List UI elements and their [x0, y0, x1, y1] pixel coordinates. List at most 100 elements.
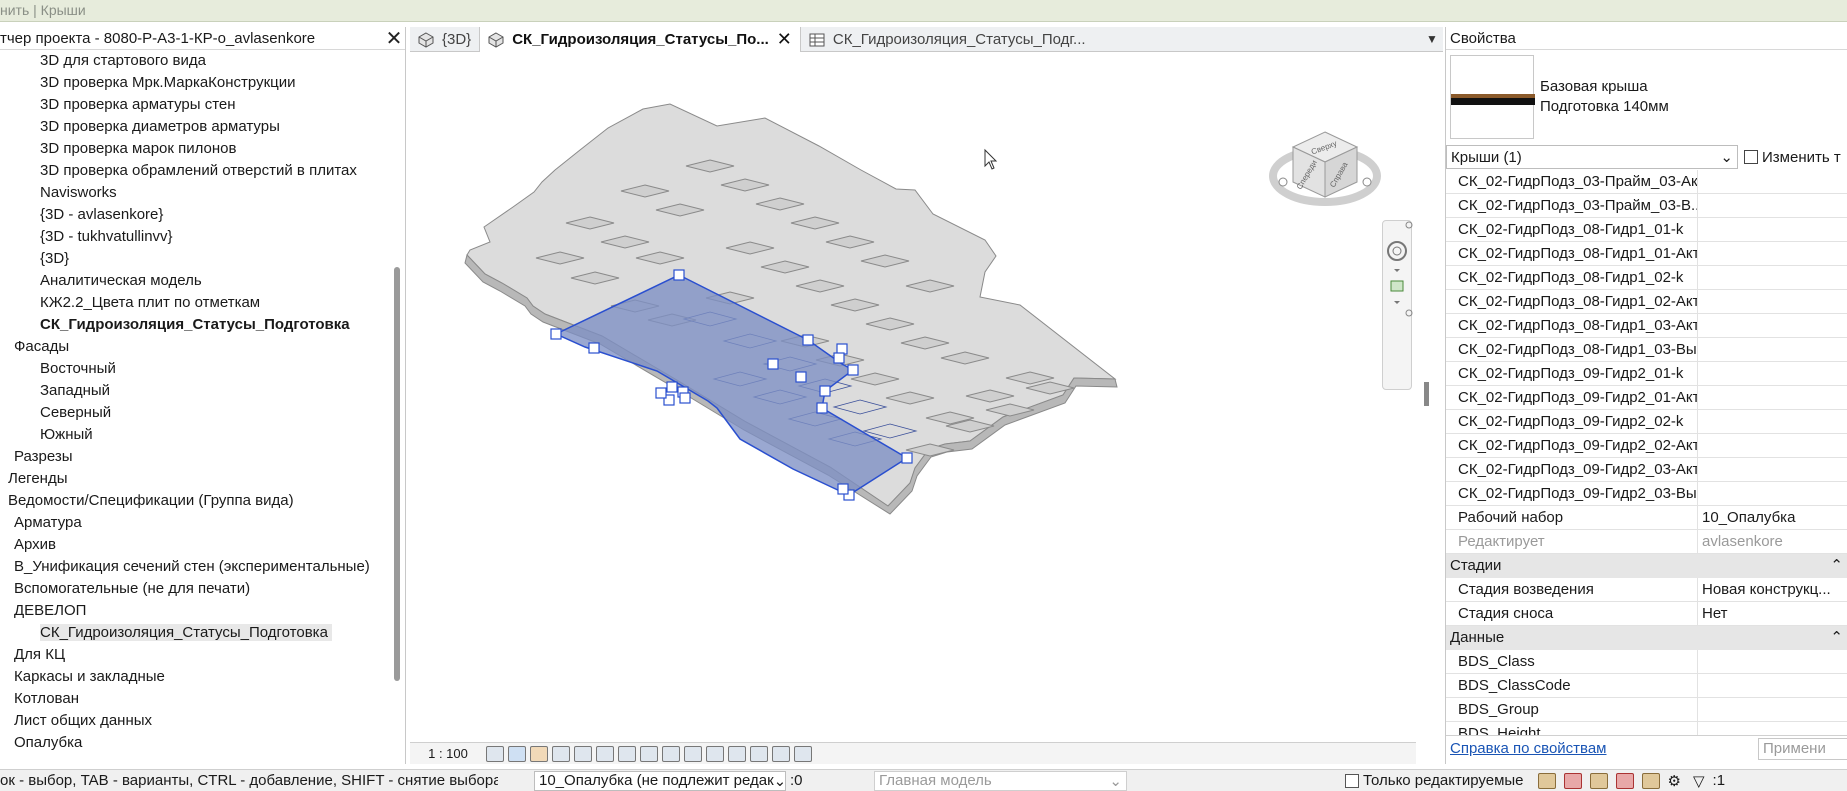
selection-grip[interactable] [666, 381, 678, 393]
property-row[interactable]: Рабочий набор 10_Опалубка [1446, 506, 1847, 530]
analytical-model-icon[interactable] [750, 745, 768, 762]
property-value[interactable] [1698, 170, 1847, 193]
tree-item[interactable]: Арматура [0, 512, 405, 534]
property-value[interactable] [1698, 386, 1847, 409]
selection-grip[interactable] [837, 483, 849, 495]
property-value[interactable] [1698, 290, 1847, 313]
detail-level-icon[interactable] [486, 745, 504, 762]
selection-grip[interactable] [767, 358, 779, 370]
tree-item[interactable]: Северный [0, 402, 405, 424]
property-value[interactable] [1698, 266, 1847, 289]
highlight-displacement-icon[interactable] [772, 745, 790, 762]
property-row[interactable]: Стадия возведения Новая конструкц... [1446, 578, 1847, 602]
selection-grip[interactable] [679, 392, 691, 404]
tree-item[interactable]: ДЕВЕЛОП [0, 600, 405, 622]
property-value[interactable]: avlasenkore [1698, 530, 1847, 553]
property-value[interactable] [1698, 362, 1847, 385]
property-row[interactable]: СК_02-ГидрПодз_09-Гидр2_03-Вы... [1446, 482, 1847, 506]
selection-grip[interactable] [550, 328, 562, 340]
property-value[interactable] [1698, 674, 1847, 697]
property-row[interactable]: BDS_Class [1446, 650, 1847, 674]
editable-only-toggle[interactable]: Только редактируемые [1345, 772, 1524, 789]
visual-style-icon[interactable] [508, 745, 526, 762]
temporary-hide-icon[interactable] [662, 745, 680, 762]
selection-grip[interactable] [588, 342, 600, 354]
background-process-icon[interactable]: ⚙ [1668, 772, 1681, 790]
property-row[interactable]: СК_02-ГидрПодз_08-Гидр1_02-k [1446, 266, 1847, 290]
tree-item[interactable]: Опалубка [0, 732, 405, 754]
property-row[interactable]: СК_02-ГидрПодз_09-Гидр2_03-Акт [1446, 458, 1847, 482]
property-value[interactable] [1698, 434, 1847, 457]
active-workset-dropdown[interactable]: 10_Опалубка (не подлежит редак ⌄ [534, 770, 786, 791]
group-header-stages[interactable]: Стадии ⌃ [1446, 554, 1847, 578]
property-row[interactable]: BDS_Group [1446, 698, 1847, 722]
property-value[interactable] [1698, 482, 1847, 505]
reveal-hidden-icon[interactable] [684, 745, 702, 762]
tree-item[interactable]: Разрезы [0, 446, 405, 468]
property-value[interactable]: Новая конструкц... [1698, 578, 1847, 601]
group-header-data[interactable]: Данные ⌃ [1446, 626, 1847, 650]
browser-scrollbar[interactable] [394, 267, 400, 681]
tree-item[interactable]: 3D проверка марок пилонов [0, 138, 405, 160]
drag-elements-icon[interactable] [1641, 772, 1660, 789]
apply-button[interactable]: Примени [1758, 737, 1847, 760]
property-value[interactable] [1698, 410, 1847, 433]
tree-item[interactable]: 3D для стартового вида [0, 50, 405, 72]
roof-slab[interactable] [464, 103, 1118, 515]
property-row[interactable]: BDS_ClassCode [1446, 674, 1847, 698]
property-value[interactable] [1698, 194, 1847, 217]
tree-item[interactable]: Navisworks [0, 182, 405, 204]
property-row[interactable]: СК_02-ГидрПодз_09-Гидр2_02-Акт [1446, 434, 1847, 458]
type-selector-preview[interactable]: Базовая крыша Подготовка 140мм [1446, 50, 1847, 144]
viewcube-menu-icon[interactable] [1362, 177, 1372, 187]
tree-item[interactable]: Южный [0, 424, 405, 446]
tree-item[interactable]: 3D проверка арматуры стен [0, 94, 405, 116]
selection-grip[interactable] [833, 352, 845, 364]
tree-item[interactable]: Ведомости/Спецификации (Группа вида) [0, 490, 405, 512]
dropdown-arrow-icon[interactable] [1394, 301, 1400, 304]
selection-grip[interactable] [673, 269, 685, 281]
3d-viewport[interactable]: Сверху Спереди Справа [410, 52, 1443, 762]
property-value[interactable] [1698, 314, 1847, 337]
navbar-menu-icon[interactable] [1405, 309, 1413, 317]
property-value[interactable]: 10_Опалубка [1698, 506, 1847, 529]
viewcube[interactable]: Сверху Спереди Справа [1265, 102, 1385, 212]
property-row[interactable]: СК_02-ГидрПодз_08-Гидр1_03-Акт [1446, 314, 1847, 338]
selection-grip[interactable] [847, 364, 859, 376]
property-row[interactable]: СК_02-ГидрПодз_09-Гидр2_01-Акт [1446, 386, 1847, 410]
navigation-bar[interactable] [1382, 220, 1413, 390]
property-row[interactable]: СК_02-ГидрПодз_09-Гидр2_01-k [1446, 362, 1847, 386]
selection-grip[interactable] [816, 402, 828, 414]
tree-item[interactable]: Котлован [0, 688, 405, 710]
tab-menu-icon[interactable]: ▼ [1421, 27, 1443, 51]
selection-grip[interactable] [802, 334, 814, 346]
tree-item[interactable]: {3D - tukhvatullinvv} [0, 226, 405, 248]
tab-sk-waterproofing-schedule[interactable]: СК_Гидроизоляция_Статусы_Подг... [801, 27, 1094, 52]
property-row[interactable]: СК_02-ГидрПодз_08-Гидр1_02-Акт [1446, 290, 1847, 314]
instance-filter-dropdown[interactable]: Крыши (1) ⌄ [1446, 145, 1738, 169]
select-underlay-icon[interactable] [1563, 772, 1582, 789]
tab-3d[interactable]: {3D} [410, 27, 479, 52]
selection-grip[interactable] [901, 452, 913, 464]
property-value[interactable] [1698, 698, 1847, 721]
tree-item[interactable]: 3D проверка Мрк.МаркаКонструкции [0, 72, 405, 94]
property-value[interactable]: Нет [1698, 602, 1847, 625]
tree-item[interactable]: Легенды [0, 468, 405, 490]
tree-item[interactable]: КЖ2.2_Цвета плит по отметкам [0, 292, 405, 314]
property-row[interactable]: СК_02-ГидрПодз_08-Гидр1_01-Акт [1446, 242, 1847, 266]
lock-3d-view-icon[interactable] [640, 745, 658, 762]
edit-type-button[interactable]: Изменить т [1738, 149, 1841, 166]
navbar-close-icon[interactable] [1405, 221, 1413, 229]
dropdown-arrow-icon[interactable] [1394, 269, 1400, 272]
tree-item[interactable]: Восточный [0, 358, 405, 380]
crop-view-icon[interactable] [596, 745, 614, 762]
reveal-constraints-icon[interactable] [794, 745, 812, 762]
tree-item[interactable]: Фасады [0, 336, 405, 358]
tree-item[interactable]: Западный [0, 380, 405, 402]
tree-item[interactable]: 3D проверка обрамлений отверстий в плита… [0, 160, 405, 182]
tree-item[interactable]: Для КЦ [0, 644, 405, 666]
property-value[interactable] [1698, 458, 1847, 481]
home-icon[interactable] [1278, 177, 1288, 187]
zoom-region-icon[interactable] [1390, 280, 1404, 292]
property-row[interactable]: Редактирует avlasenkore [1446, 530, 1847, 554]
